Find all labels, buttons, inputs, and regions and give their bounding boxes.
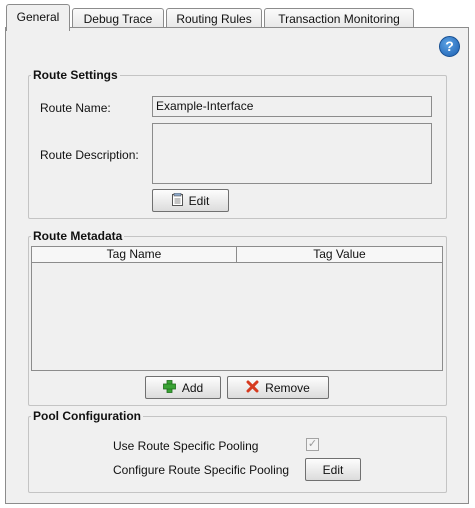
remove-button[interactable]: Remove <box>227 376 329 399</box>
metadata-table[interactable]: Tag Name Tag Value <box>31 246 443 371</box>
route-name-label: Route Name: <box>40 101 111 115</box>
plus-icon <box>162 379 176 396</box>
route-description-edit-button[interactable]: Edit <box>152 189 229 212</box>
configure-pooling-edit-label: Edit <box>322 462 344 477</box>
use-route-specific-pooling-label: Use Route Specific Pooling <box>113 439 259 453</box>
route-name-field[interactable]: Example-Interface <box>152 96 432 117</box>
pool-configuration-title: Pool Configuration <box>31 409 143 423</box>
add-button-label: Add <box>181 380 204 395</box>
route-description-label: Route Description: <box>40 148 139 162</box>
x-icon <box>246 380 259 396</box>
route-description-field[interactable] <box>152 123 432 184</box>
add-button[interactable]: Add <box>145 376 221 399</box>
configure-route-specific-pooling-label: Configure Route Specific Pooling <box>113 463 290 477</box>
remove-button-label: Remove <box>265 380 310 395</box>
use-route-specific-pooling-checkbox[interactable]: ✓ <box>306 438 319 451</box>
help-icon[interactable]: ? <box>439 36 460 57</box>
general-panel: ? Route Settings Route Name: Example-Int… <box>5 27 469 504</box>
edit-button-label: Edit <box>188 193 210 208</box>
route-metadata-title: Route Metadata <box>31 229 125 243</box>
route-settings-group: Route Settings Route Name: Example-Inter… <box>28 68 447 219</box>
metadata-table-header: Tag Name Tag Value <box>32 247 442 263</box>
configure-pooling-edit-button[interactable]: Edit <box>305 458 361 481</box>
route-settings-title: Route Settings <box>31 68 120 82</box>
notepad-icon <box>171 192 183 209</box>
column-header-tag-name[interactable]: Tag Name <box>32 247 237 262</box>
pool-configuration-group: Pool Configuration Use Route Specific Po… <box>28 409 447 493</box>
tab-general[interactable]: General <box>6 4 70 31</box>
route-metadata-group: Route Metadata Tag Name Tag Value Add Re… <box>28 229 447 406</box>
column-header-tag-value[interactable]: Tag Value <box>237 247 442 262</box>
